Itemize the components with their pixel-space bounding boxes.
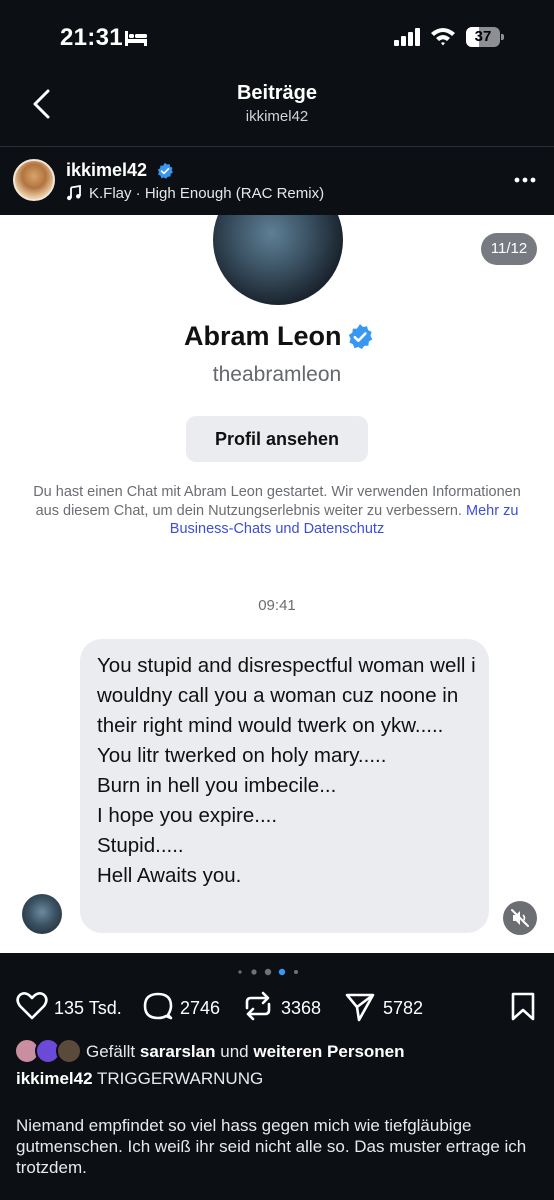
carousel-dot-active — [278, 968, 286, 976]
chat-profile-handle: theabramleon — [212, 363, 342, 386]
caption-body: Niemand empfindet so viel hass gegen mic… — [16, 1116, 527, 1177]
view-profile-button: Profil ansehen — [186, 416, 368, 462]
post-media[interactable]: 11/12 Abram Leon theabramleon Profil ans… — [0, 215, 554, 953]
sender-avatar — [22, 894, 62, 934]
likes-count[interactable]: 135 Tsd. — [54, 998, 122, 1019]
chat-info-text: Du hast einen Chat mit Abram Leon gestar… — [22, 483, 532, 539]
page-subtitle: ikkimel42 — [245, 108, 309, 125]
share-icon[interactable] — [344, 988, 376, 1024]
carousel-indicator — [238, 968, 298, 976]
liked-by-others[interactable]: weiteren Personen — [253, 1042, 404, 1061]
comments-count[interactable]: 2746 — [180, 998, 220, 1019]
signal-icon — [394, 28, 420, 46]
liked-by-user[interactable]: sararslan — [140, 1042, 216, 1061]
comment-icon[interactable] — [143, 988, 173, 1024]
liked-by-row[interactable]: Gefällt sararslan und weiteren Personen — [0, 1038, 554, 1068]
verified-icon — [157, 162, 173, 179]
heart-icon[interactable] — [16, 988, 48, 1024]
page-title: Beiträge — [236, 82, 318, 104]
liked-by-prefix: Gefällt — [86, 1042, 136, 1061]
message-bubble: You stupid and disrespectful woman well … — [80, 639, 489, 933]
speaker-muted-icon — [511, 909, 529, 927]
carousel-dot — [294, 970, 298, 974]
repost-icon[interactable] — [242, 988, 274, 1024]
action-bar: 135 Tsd. 2746 3368 5782 — [0, 988, 554, 1028]
post-header: ikkimel42 K.Flay · High Enough (RAC Remi… — [0, 147, 554, 215]
battery-level: 37 — [474, 28, 492, 45]
caption-text: TRIGGERWARNUNG — [96, 1069, 264, 1088]
liked-by-connector: und — [220, 1042, 249, 1061]
chat-profile-name: Abram Leon — [184, 321, 342, 351]
liker-avatar — [56, 1038, 82, 1064]
carousel-counter: 11/12 — [481, 233, 537, 265]
shares-count[interactable]: 5782 — [383, 998, 423, 1019]
chat-info-body: Du hast einen Chat mit Abram Leon gestar… — [33, 484, 521, 519]
status-bar: 21:31 37 — [0, 0, 554, 76]
chat-profile-picture — [213, 215, 343, 305]
carousel-dot — [264, 968, 272, 976]
avatar[interactable] — [13, 159, 55, 201]
caption-username[interactable]: ikkimel42 — [16, 1069, 93, 1088]
message-text: You stupid and disrespectful woman well … — [97, 654, 476, 887]
music-note-icon — [67, 185, 81, 201]
music-track[interactable]: K.Flay · High Enough (RAC Remix) — [89, 185, 324, 202]
message-timestamp: 09:41 — [258, 597, 296, 614]
verified-icon — [348, 324, 373, 350]
carousel-dot — [238, 970, 242, 974]
bed-icon — [125, 31, 147, 46]
bookmark-icon[interactable] — [510, 988, 536, 1024]
carousel-dot — [251, 969, 257, 975]
caption-line: ikkimel42 TRIGGERWARNUNG — [16, 1069, 263, 1089]
nav-header: Beiträge ikkimel42 — [0, 76, 554, 146]
battery-icon: 37 — [466, 27, 504, 47]
post-username[interactable]: ikkimel42 — [66, 160, 147, 181]
status-time: 21:31 — [60, 24, 123, 51]
liked-by-text: Gefällt sararslan und weiteren Personen — [86, 1042, 405, 1062]
reposts-count[interactable]: 3368 — [281, 998, 321, 1019]
more-options-icon[interactable] — [514, 177, 536, 183]
wifi-icon — [431, 28, 455, 46]
mute-button[interactable] — [503, 901, 537, 935]
